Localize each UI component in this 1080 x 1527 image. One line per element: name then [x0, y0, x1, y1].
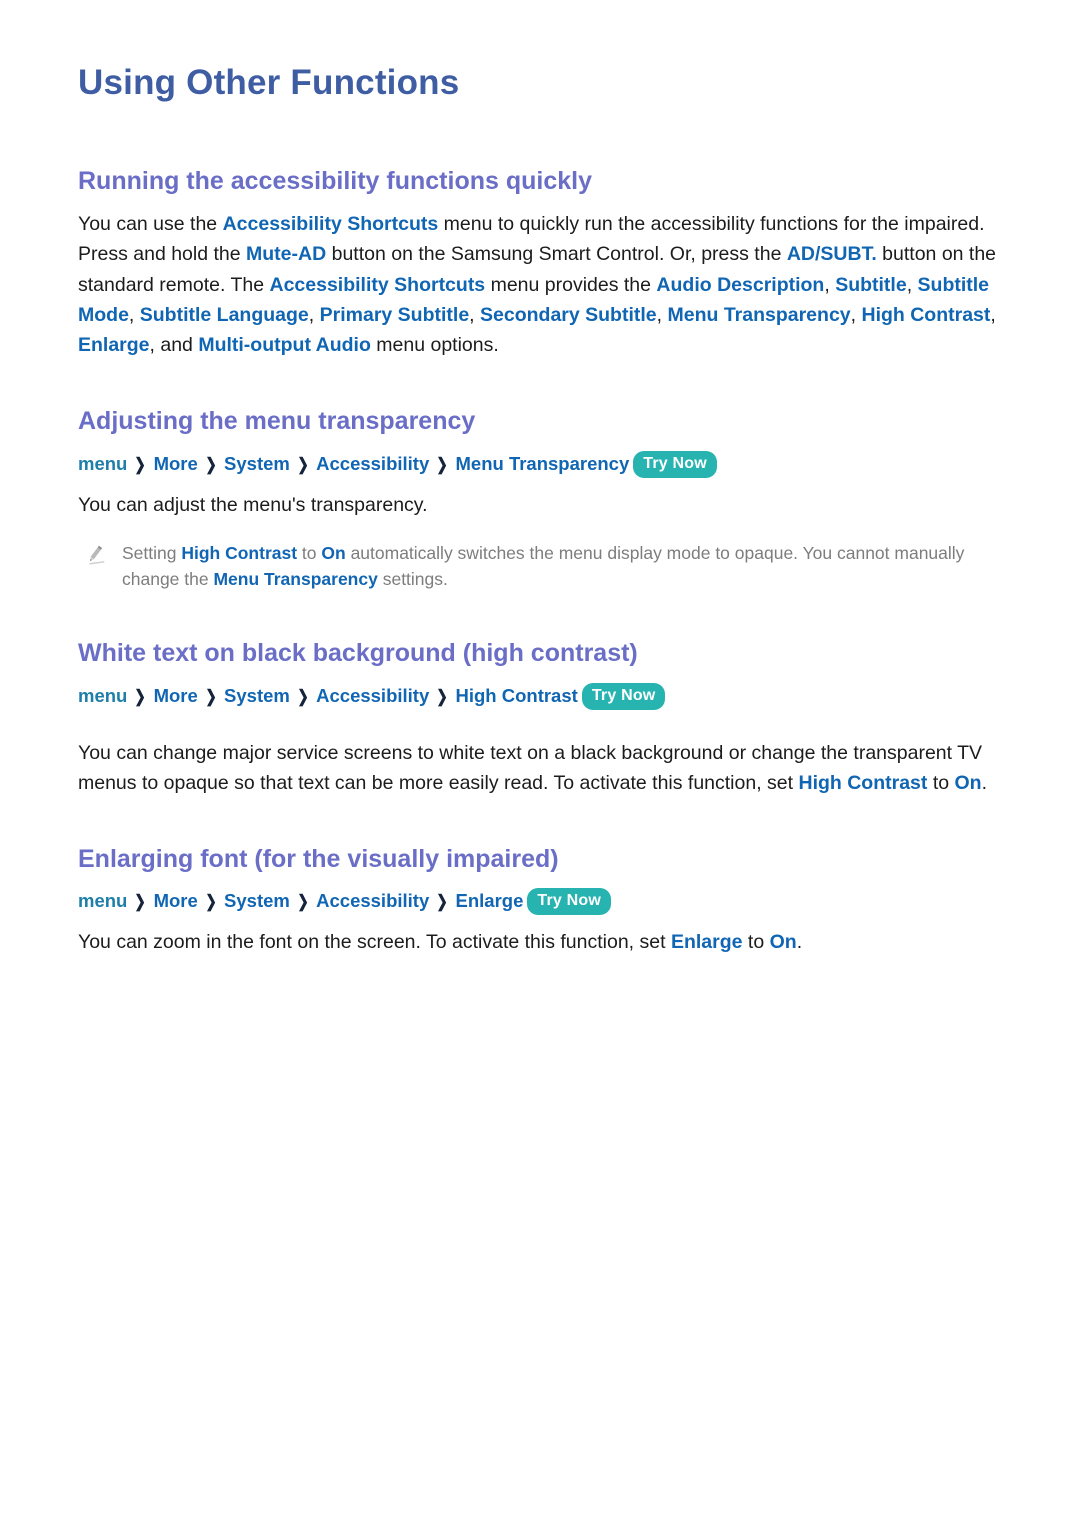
breadcrumb: menu ❯ More ❯ System ❯ Accessibility ❯ Menu Tran… [78, 450, 1002, 480]
text-run: to [927, 771, 955, 794]
highlight-term: AD/SUBT. [786, 243, 877, 266]
text-run: Setting [122, 542, 182, 563]
text-run: . [796, 931, 803, 954]
breadcrumb-item[interactable]: System [224, 890, 290, 911]
highlight-term: On [954, 771, 982, 794]
text-run: menu provides the [485, 273, 657, 296]
highlight-term: High Contrast [798, 771, 928, 794]
highlight-term: Primary Subtitle [319, 303, 470, 326]
section-heading: Running the accessibility functions quic… [78, 167, 592, 195]
chevron-right-icon: ❯ [297, 892, 309, 912]
breadcrumb-item-menu[interactable]: menu [78, 890, 127, 911]
try-now-badge[interactable]: Try Now [527, 888, 611, 916]
highlight-term: Enlarge [78, 334, 150, 357]
text-run: You can use the [78, 213, 223, 236]
text-run: You can zoom in the font on the screen. … [78, 931, 671, 954]
breadcrumb-item[interactable]: More [154, 453, 198, 474]
breadcrumb-item[interactable]: Enlarge [456, 890, 524, 911]
breadcrumb-item-menu[interactable]: menu [78, 685, 127, 706]
highlight-term: On [321, 542, 346, 563]
highlight-term: Accessibility Shortcuts [222, 213, 439, 236]
breadcrumb-item[interactable]: High Contrast [456, 685, 578, 706]
chevron-right-icon: ❯ [205, 686, 217, 706]
breadcrumb-item[interactable]: System [224, 453, 290, 474]
section-white-text-black-background: White text on black background (high con… [78, 638, 1002, 798]
chevron-right-icon: ❯ [436, 892, 449, 912]
chevron-right-icon: ❯ [436, 686, 449, 706]
page-title: Using Other Functions [78, 63, 460, 102]
highlight-term: On [769, 931, 797, 954]
breadcrumb-item[interactable]: Accessibility [316, 453, 429, 474]
highlight-term: Enlarge [670, 931, 743, 954]
text-run: , [656, 303, 668, 326]
text-run: to [297, 542, 322, 563]
section-running-accessibility-quickly: Running the accessibility functions quic… [78, 166, 1002, 360]
highlight-term: High Contrast [861, 303, 991, 326]
section-enlarging-font: Enlarging font (for the visually impaire… [78, 844, 1002, 957]
chevron-right-icon: ❯ [297, 686, 309, 706]
text-run: settings. [377, 569, 448, 590]
text-run: , [990, 303, 996, 326]
chevron-right-icon: ❯ [297, 454, 309, 474]
highlight-term: Menu Transparency [213, 569, 378, 590]
breadcrumb: menu ❯ More ❯ System ❯ Accessibility ❯ High Cont… [78, 682, 1002, 712]
try-now-badge[interactable]: Try Now [581, 682, 666, 710]
breadcrumb-item[interactable]: System [224, 685, 290, 706]
highlight-term: Secondary Subtitle [480, 303, 657, 326]
section-heading: Enlarging font (for the visually impaire… [78, 845, 559, 873]
highlight-term: Menu Transparency [667, 303, 851, 326]
section-heading: White text on black background (high con… [78, 639, 638, 668]
note-block: Setting High Contrast to On automaticall… [78, 540, 1002, 593]
highlight-term: Audio Description [656, 273, 825, 296]
text-run: , and [149, 334, 199, 357]
text-run: , [906, 273, 918, 296]
highlight-term: Subtitle Language [139, 303, 309, 326]
breadcrumb-item[interactable]: More [154, 890, 198, 911]
document-page: Using Other Functions Running the access… [0, 0, 1080, 1527]
text-run: , [850, 303, 862, 326]
breadcrumb-item-menu[interactable]: menu [78, 453, 127, 474]
breadcrumb-item[interactable]: More [154, 685, 198, 706]
text-run: , [308, 303, 320, 326]
breadcrumb-item[interactable]: Accessibility [316, 685, 429, 706]
chevron-right-icon: ❯ [134, 686, 147, 706]
chevron-right-icon: ❯ [205, 454, 217, 474]
breadcrumb-item[interactable]: Accessibility [316, 890, 429, 911]
chevron-right-icon: ❯ [134, 892, 147, 912]
highlight-term: High Contrast [181, 542, 298, 563]
note-text: Setting High Contrast to On automaticall… [122, 540, 1002, 593]
chevron-right-icon: ❯ [205, 892, 217, 912]
text-run: , [128, 303, 140, 326]
pencil-icon [84, 543, 108, 567]
section-paragraph: You can use the Accessibility Shortcuts … [78, 209, 1002, 360]
breadcrumb: menu ❯ More ❯ System ❯ Accessibility ❯ Enlarge Tr… [78, 887, 1002, 917]
text-run: button on the Samsung Smart Control. Or,… [326, 243, 787, 266]
section-adjusting-menu-transparency: Adjusting the menu transparency menu ❯ Mor… [78, 406, 1002, 592]
section-heading: Adjusting the menu transparency [78, 407, 476, 436]
section-paragraph: You can adjust the menu's transparency. [78, 493, 428, 516]
text-run: to [742, 931, 770, 954]
highlight-term: Subtitle [835, 273, 907, 296]
section-paragraph: You can change major service screens to … [78, 738, 1002, 798]
highlight-term: Accessibility Shortcuts [269, 273, 486, 296]
breadcrumb-item[interactable]: Menu Transparency [456, 453, 630, 474]
chevron-right-icon: ❯ [134, 454, 147, 474]
highlight-term: Mute-AD [246, 243, 327, 266]
section-paragraph: You can zoom in the font on the screen. … [78, 927, 1002, 957]
try-now-badge[interactable]: Try Now [633, 450, 717, 478]
chevron-right-icon: ❯ [436, 454, 449, 474]
text-run: . [981, 771, 988, 794]
text-run: menu options. [370, 334, 499, 357]
text-run: , [469, 303, 481, 326]
highlight-term: Multi-output Audio [198, 334, 371, 357]
text-run: , [824, 273, 836, 296]
